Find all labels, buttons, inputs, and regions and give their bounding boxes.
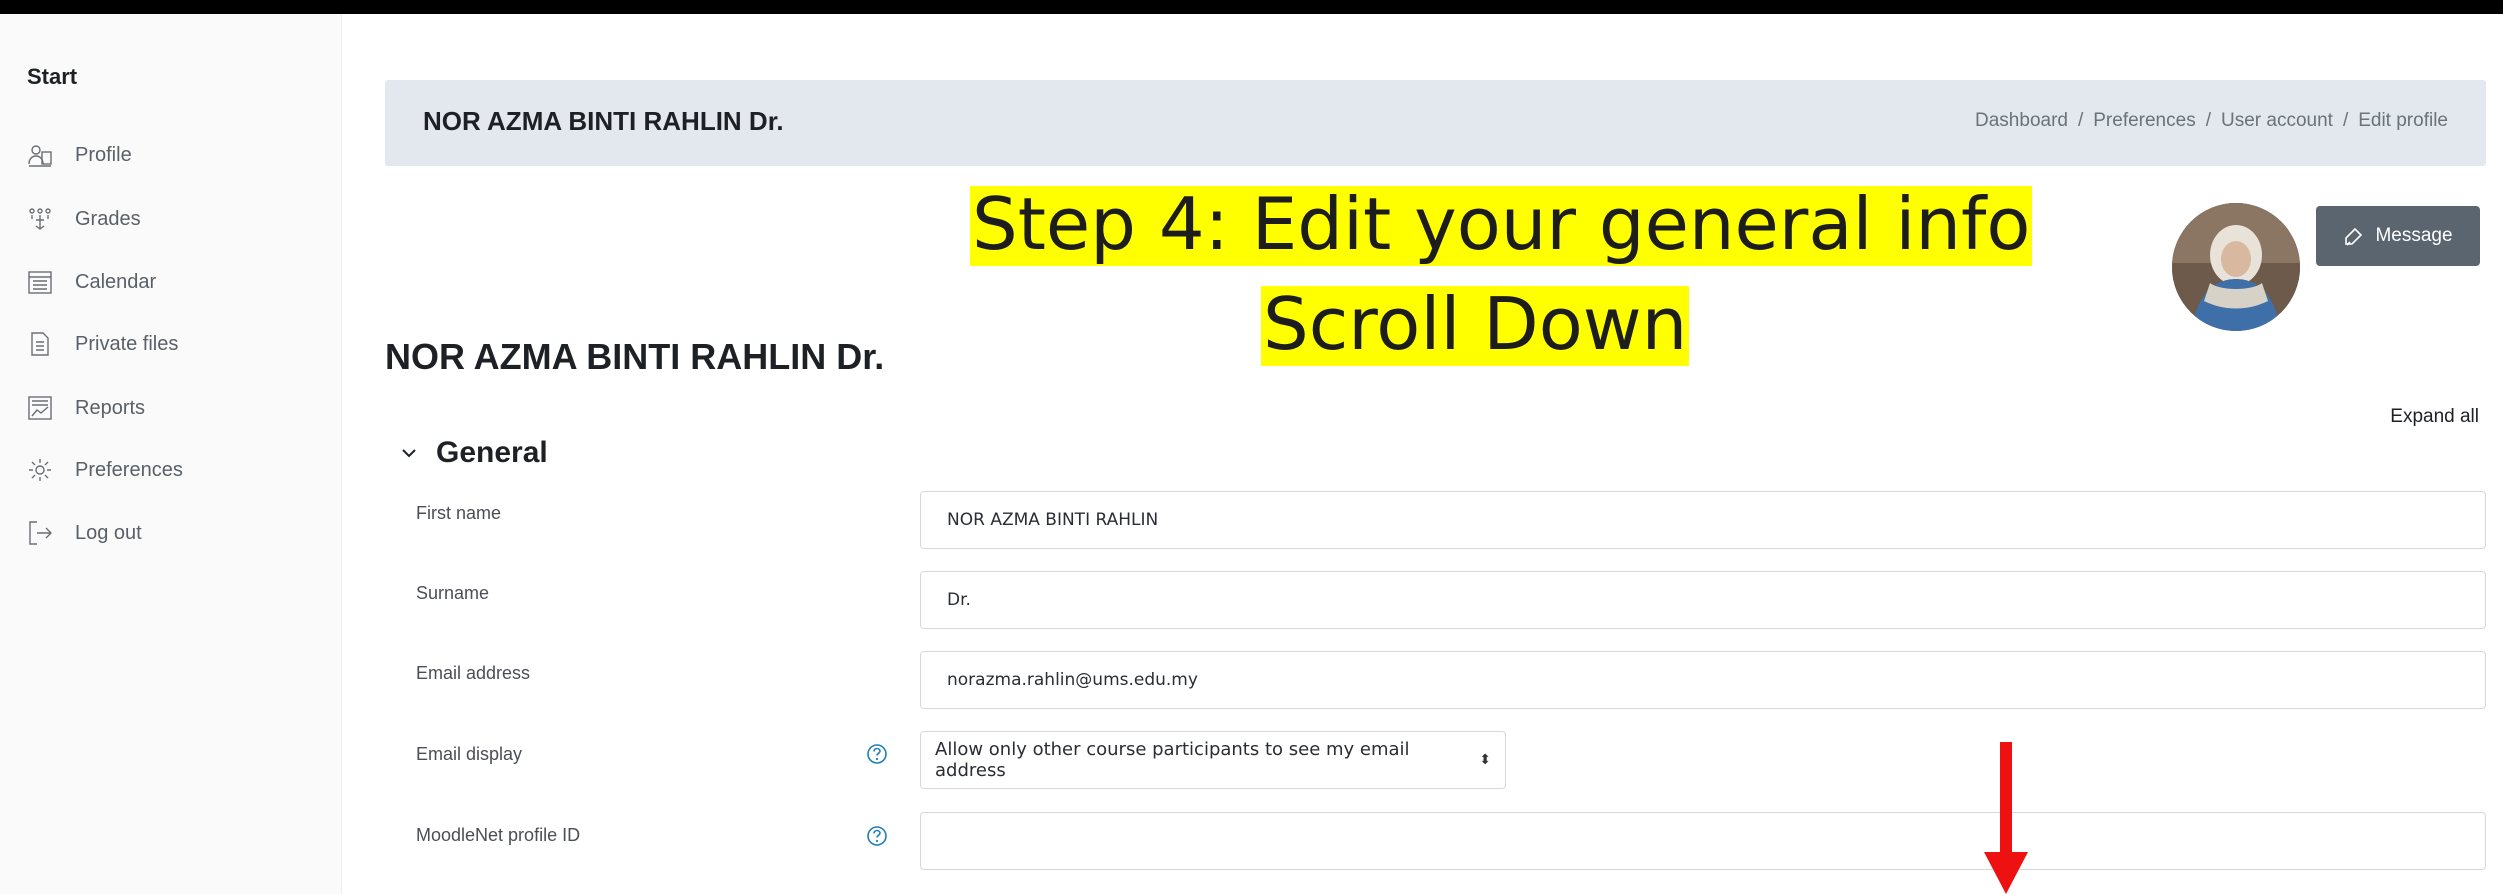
sidebar-item-reports[interactable]: Reports bbox=[27, 388, 327, 428]
breadcrumb-separator: / bbox=[2342, 110, 2349, 131]
message-icon bbox=[2345, 227, 2363, 246]
private-files-icon bbox=[27, 331, 53, 357]
section-general-toggle[interactable]: General bbox=[398, 436, 548, 470]
breadcrumb: Dashboard / Preferences / User account /… bbox=[1975, 110, 2448, 132]
email-label: Email address bbox=[416, 663, 531, 683]
sidebar-item-private-files[interactable]: Private files bbox=[27, 324, 327, 364]
annotation-scroll-down: Scroll Down bbox=[1261, 282, 1690, 366]
reports-icon bbox=[27, 395, 53, 421]
expand-all-link[interactable]: Expand all bbox=[2390, 406, 2479, 428]
email-display-selected: Allow only other course participants to … bbox=[935, 739, 1410, 781]
page-title: NOR AZMA BINTI RAHLIN Dr. bbox=[385, 336, 885, 377]
surname-label: Surname bbox=[416, 583, 490, 603]
sidebar-item-log-out[interactable]: Log out bbox=[27, 513, 327, 553]
email-display-select[interactable]: Allow only other course participants to … bbox=[920, 731, 1506, 789]
message-button[interactable]: Message bbox=[2316, 206, 2480, 266]
moodlenet-label: MoodleNet profile ID bbox=[416, 825, 581, 845]
sidebar-item-label: Private files bbox=[75, 332, 179, 355]
sidebar-item-grades[interactable]: Grades bbox=[27, 199, 327, 239]
gear-icon bbox=[27, 457, 53, 483]
moodlenet-field[interactable] bbox=[920, 812, 2486, 870]
sidebar-item-label: Preferences bbox=[75, 458, 183, 481]
avatar[interactable] bbox=[2172, 203, 2300, 331]
sidebar-item-calendar[interactable]: Calendar bbox=[27, 262, 327, 302]
email-field[interactable]: norazma.rahlin@ums.edu.my bbox=[920, 651, 2486, 709]
first-name-label: First name bbox=[416, 503, 502, 523]
select-caret-icon: ⬍ bbox=[1479, 752, 1491, 768]
sidebar-item-label: Calendar bbox=[75, 270, 157, 293]
page-header: NOR AZMA BINTI RAHLIN Dr. Dashboard / Pr… bbox=[385, 80, 2486, 166]
breadcrumb-preferences[interactable]: Preferences bbox=[2093, 110, 2195, 132]
sidebar-item-preferences[interactable]: Preferences bbox=[27, 450, 327, 490]
profile-icon bbox=[27, 142, 53, 168]
breadcrumb-separator: / bbox=[2077, 110, 2084, 131]
grades-icon bbox=[27, 206, 53, 232]
calendar-icon bbox=[27, 269, 53, 295]
help-icon[interactable] bbox=[866, 743, 888, 765]
breadcrumb-edit-profile: Edit profile bbox=[2358, 110, 2448, 131]
logout-icon bbox=[27, 520, 53, 546]
help-icon[interactable] bbox=[866, 825, 888, 847]
sidebar-heading: Start bbox=[27, 64, 78, 89]
top-black-bar bbox=[0, 0, 2503, 14]
breadcrumb-dashboard[interactable]: Dashboard bbox=[1975, 110, 2068, 132]
sidebar-item-label: Log out bbox=[75, 521, 142, 544]
breadcrumb-separator: / bbox=[2205, 110, 2211, 131]
red-arrow-down-icon bbox=[1984, 742, 2028, 894]
message-button-label: Message bbox=[2375, 225, 2453, 246]
sidebar-item-profile[interactable]: Profile bbox=[27, 135, 327, 175]
annotation-step-title: Step 4: Edit your general info bbox=[970, 182, 2033, 266]
breadcrumb-user-account[interactable]: User account bbox=[2221, 110, 2333, 132]
section-title: General bbox=[436, 436, 548, 469]
chevron-down-icon bbox=[402, 449, 416, 458]
surname-field[interactable]: Dr. bbox=[920, 571, 2486, 629]
email-display-label: Email display bbox=[416, 744, 523, 764]
sidebar-item-label: Grades bbox=[75, 207, 141, 230]
sidebar-item-label: Reports bbox=[75, 396, 146, 419]
header-title: NOR AZMA BINTI RAHLIN Dr. bbox=[423, 106, 784, 136]
sidebar-item-label: Profile bbox=[75, 143, 132, 166]
first-name-field[interactable]: NOR AZMA BINTI RAHLIN bbox=[920, 491, 2486, 549]
